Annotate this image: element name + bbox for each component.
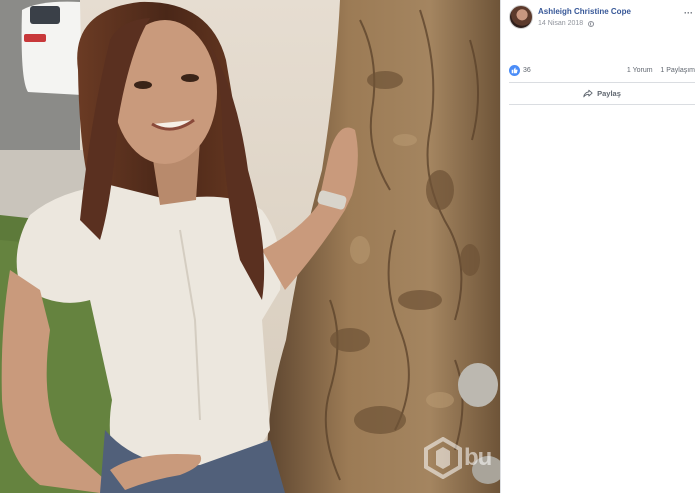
post-header: Ashleigh Christine Cope 14 Nisan 2018 ··…: [509, 5, 699, 31]
avatar[interactable]: [509, 5, 533, 29]
post-photo[interactable]: bu: [0, 0, 500, 493]
watermark-logo-icon: [424, 437, 462, 479]
globe-icon: [588, 20, 595, 27]
share-label: Paylaş: [597, 88, 621, 98]
comment-count[interactable]: 1 Yorum: [627, 67, 653, 74]
watermark: bu: [424, 432, 500, 484]
post-side-panel: Ashleigh Christine Cope 14 Nisan 2018 ··…: [500, 0, 700, 493]
divider: [509, 82, 695, 83]
photo-illustration: [0, 0, 500, 493]
share-arrow-icon: [583, 89, 593, 97]
divider: [509, 104, 695, 105]
engagement-counts: 1 Yorum 1 Paylaşım: [627, 67, 695, 74]
like-count[interactable]: 36: [523, 67, 531, 74]
author-name[interactable]: Ashleigh Christine Cope: [538, 7, 631, 16]
thumbs-up-icon: [511, 67, 518, 74]
watermark-text: bu: [464, 444, 492, 471]
post-date[interactable]: 14 Nisan 2018: [538, 20, 583, 27]
reaction-stats: 36 1 Yorum 1 Paylaşım: [509, 65, 695, 77]
post-meta: 14 Nisan 2018: [538, 20, 595, 27]
more-options-icon[interactable]: ···: [684, 8, 693, 18]
share-count[interactable]: 1 Paylaşım: [660, 67, 695, 74]
like-icon[interactable]: [509, 65, 520, 76]
share-button[interactable]: Paylaş: [509, 84, 695, 102]
